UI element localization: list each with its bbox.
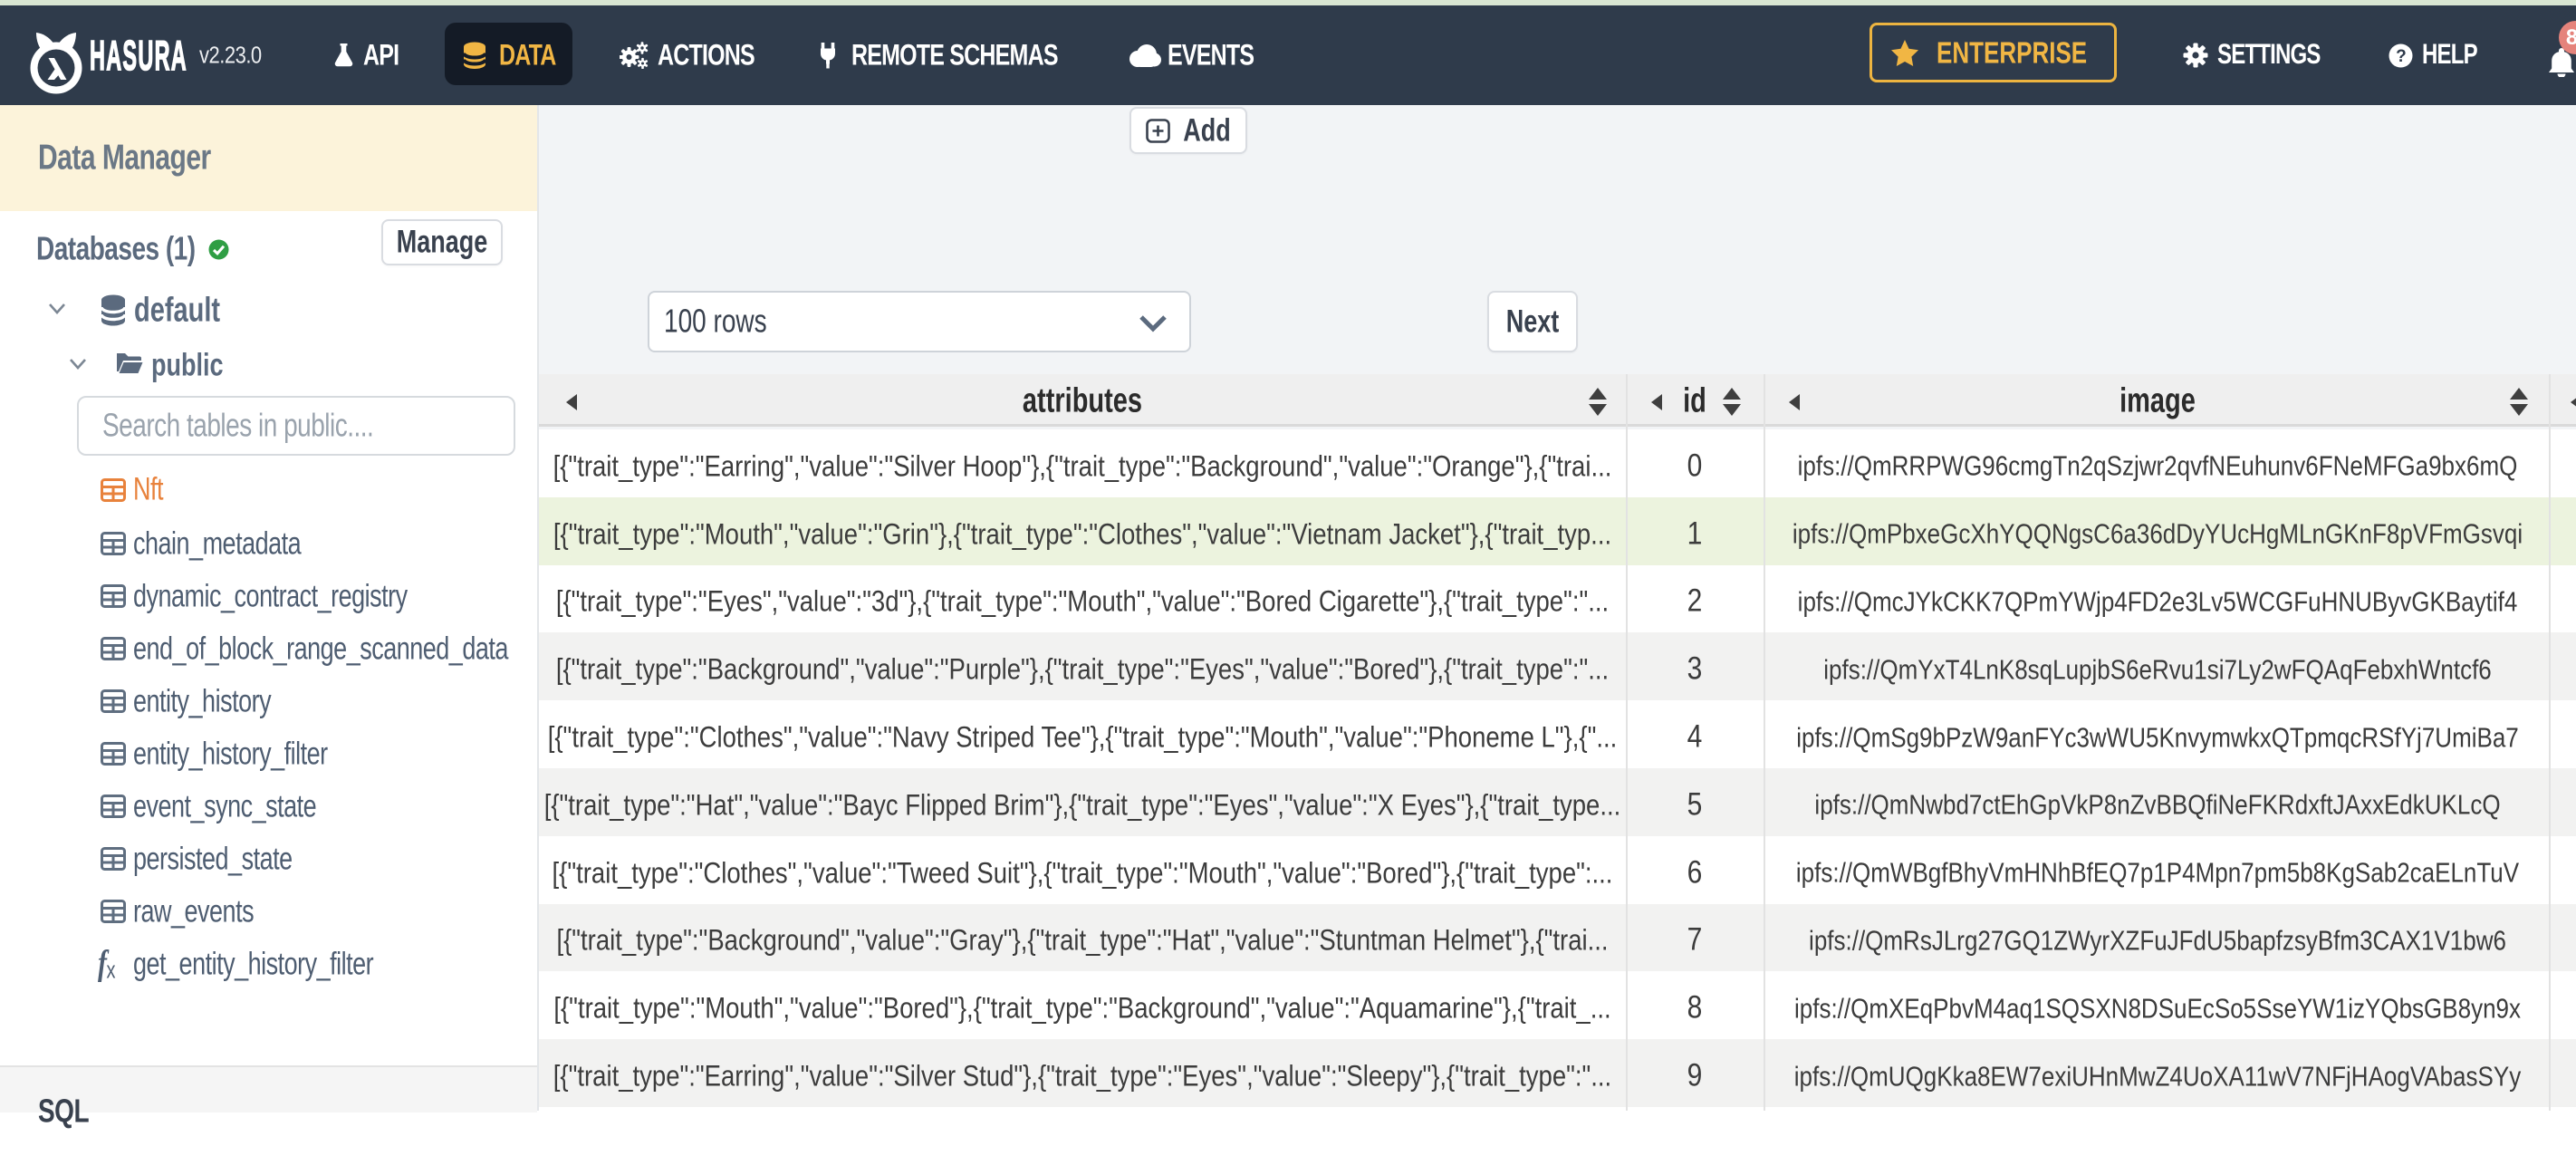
svg-text:?: ? (2396, 47, 2406, 66)
